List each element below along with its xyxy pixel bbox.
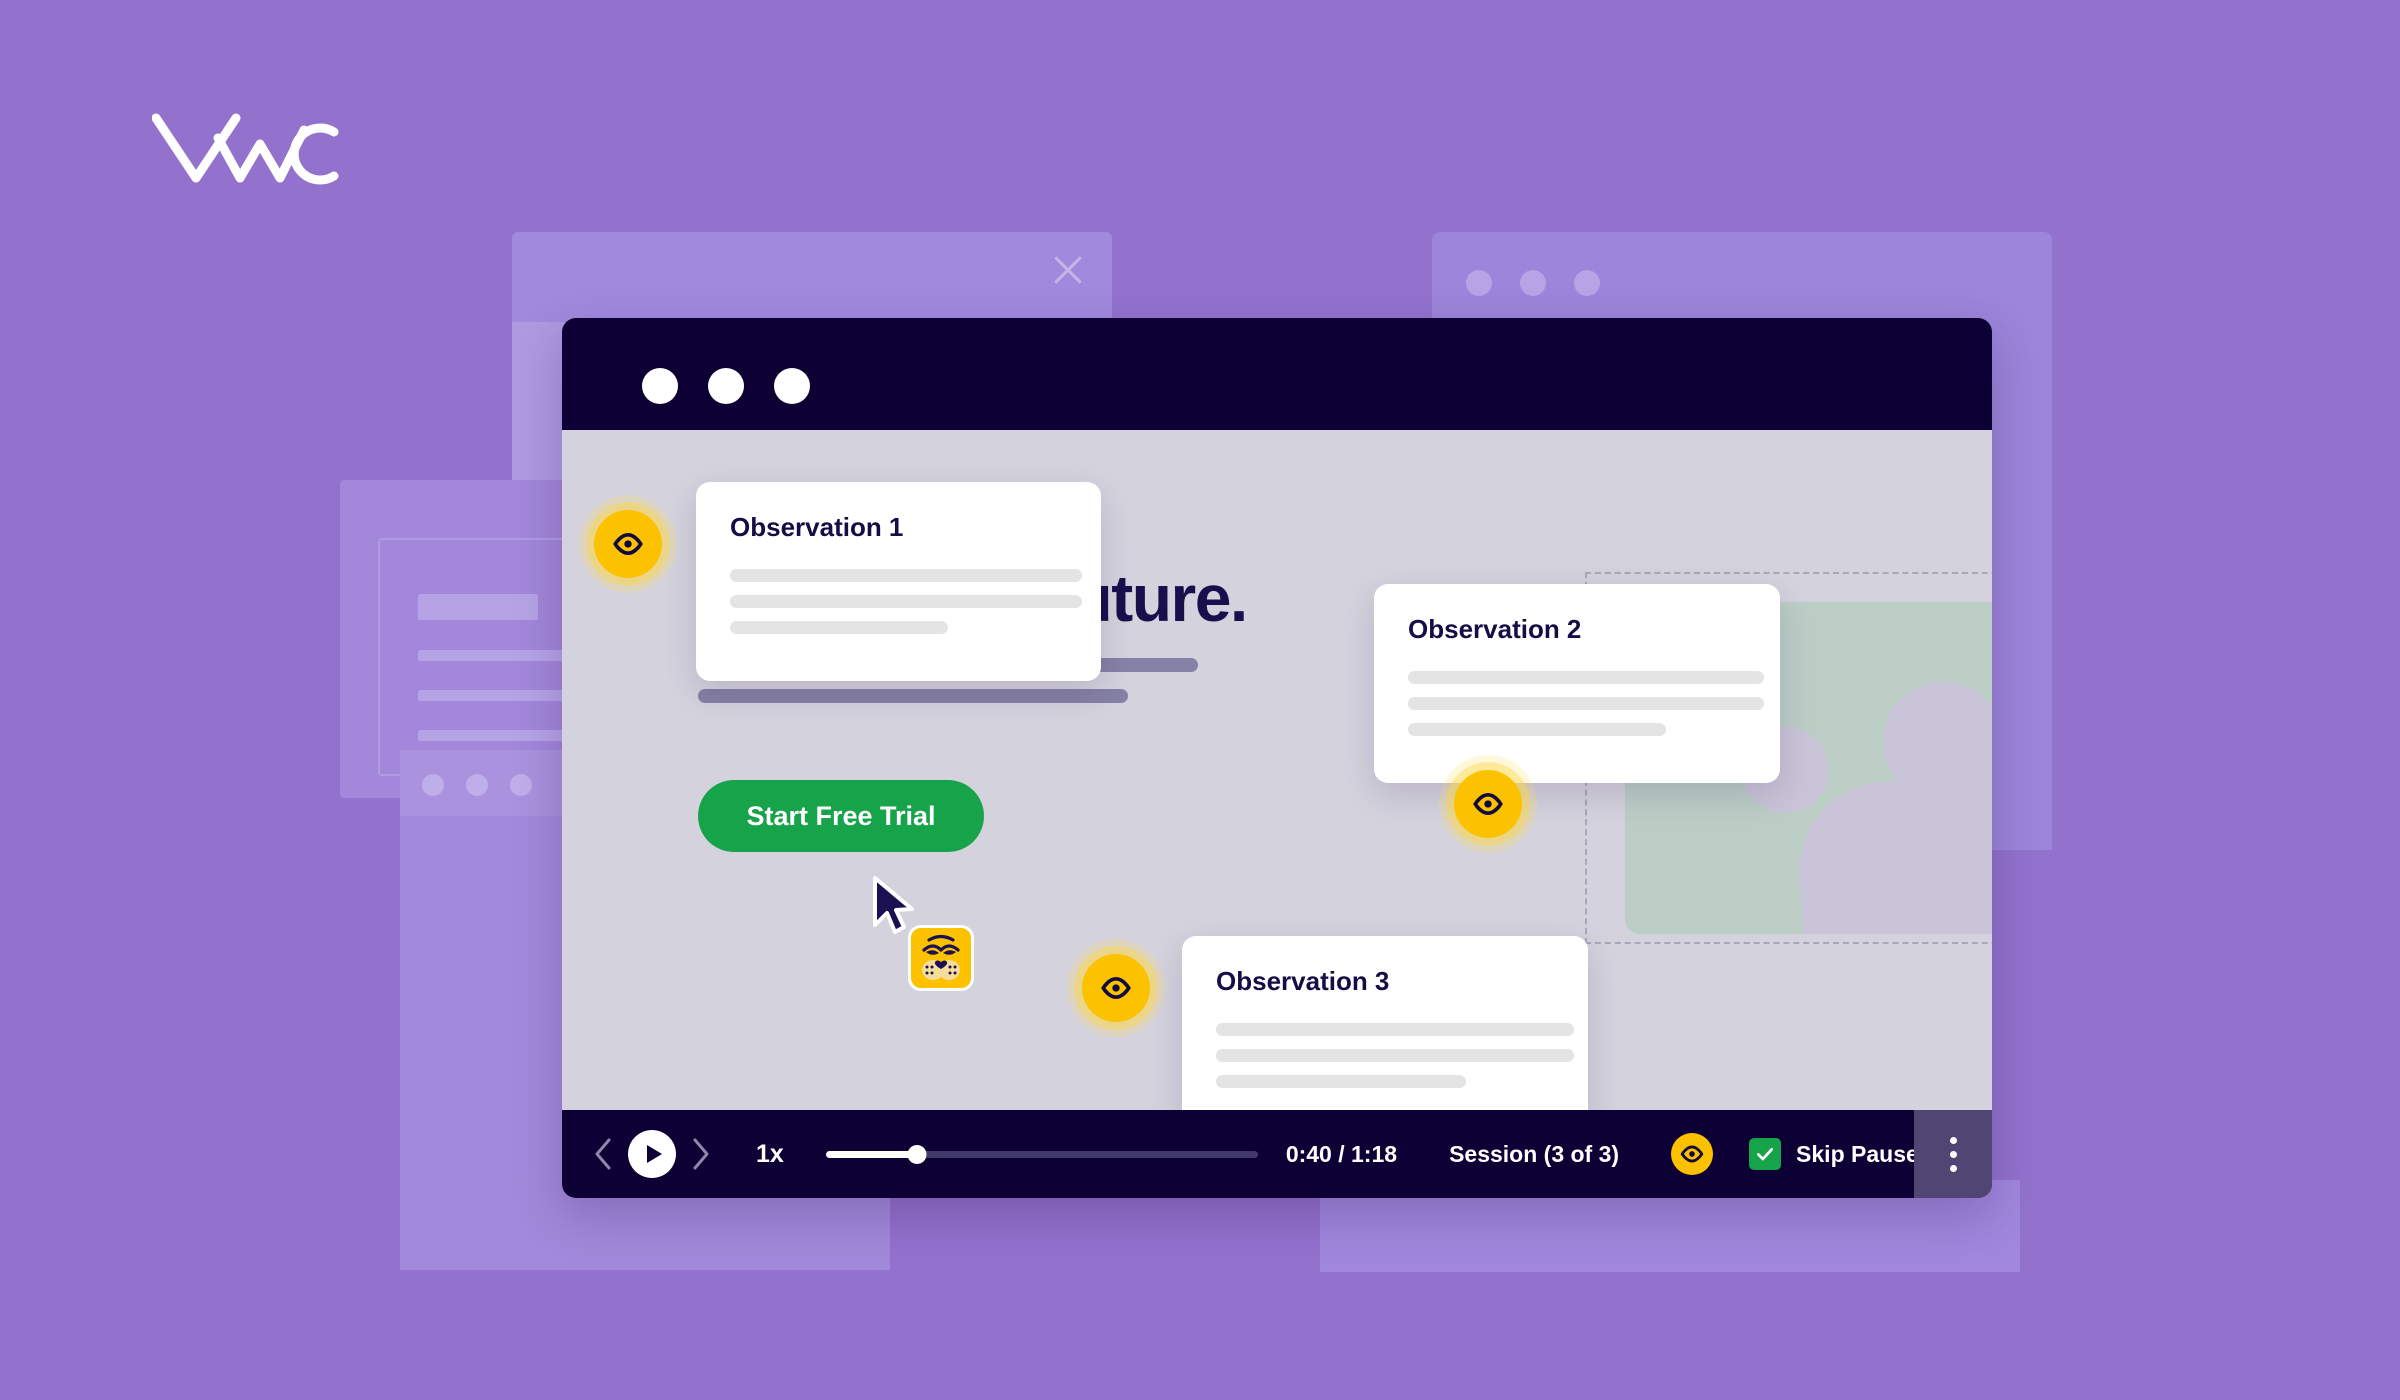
chevron-left-icon [595, 1138, 611, 1170]
session-player-controls: 1x 0:40 / 1:18 Session (3 of 3) Skip Pau… [562, 1110, 1992, 1198]
observation-title: Observation 2 [1408, 614, 1582, 644]
window-dot [466, 774, 488, 796]
observation-title: Observation 3 [1216, 966, 1390, 996]
playback-time: 0:40 / 1:18 [1285, 1140, 1398, 1167]
window-dot [1466, 270, 1492, 296]
eye-icon [1680, 1145, 1704, 1163]
skip-pauses-label: Skip Pauses [1796, 1140, 1932, 1167]
play-icon [646, 1145, 662, 1163]
eye-icon [613, 532, 643, 556]
placeholder-line [1216, 1075, 1466, 1088]
observation-card-3[interactable]: Observation 3 [1182, 936, 1588, 1135]
start-free-trial-button[interactable]: Start Free Trial [698, 780, 984, 852]
placeholder-line [730, 569, 1082, 582]
window-dot [708, 368, 744, 404]
next-session-button[interactable] [684, 1134, 718, 1174]
skip-pauses-checkbox[interactable] [1749, 1138, 1782, 1170]
previous-session-button[interactable] [586, 1134, 620, 1174]
progress-fill [825, 1150, 917, 1158]
placeholder-line [1408, 723, 1666, 736]
kebab-dot [1949, 1136, 1957, 1144]
window-dot [510, 774, 532, 796]
playback-speed-button[interactable]: 1x [756, 1140, 784, 1169]
observation-card-1[interactable]: Observation 1 [696, 482, 1101, 681]
placeholder-line [1408, 697, 1764, 710]
skip-pauses-toggle[interactable]: Skip Pauses [1749, 1138, 1932, 1170]
placeholder-line [730, 595, 1082, 608]
placeholder-line [1216, 1049, 1574, 1062]
placeholder-line [730, 621, 948, 634]
chevron-right-icon [693, 1138, 709, 1170]
window-dot [774, 368, 810, 404]
window-dot [642, 368, 678, 404]
observation-pin-3[interactable] [1082, 954, 1150, 1022]
kebab-dot [1949, 1164, 1957, 1172]
background-window-top-right [1432, 232, 2052, 328]
check-icon [1757, 1148, 1774, 1161]
session-counter: Session (3 of 3) [1449, 1140, 1620, 1167]
eye-icon [1101, 976, 1131, 1000]
placeholder-line [1408, 671, 1764, 684]
person-body-shape [1793, 766, 1992, 934]
mouse-cursor-icon [870, 875, 916, 939]
eye-icon [1473, 792, 1503, 816]
observation-pin-2[interactable] [1454, 770, 1522, 838]
vwo-logo [151, 108, 352, 188]
close-icon [1046, 248, 1090, 292]
window-dot [1520, 270, 1546, 296]
progress-slider[interactable] [825, 1140, 1258, 1168]
placeholder-line [698, 689, 1128, 703]
window-dot [1574, 270, 1600, 296]
background-window-top-left [512, 232, 1112, 322]
placeholder-line [1216, 1023, 1574, 1036]
kebab-dot [1949, 1150, 1957, 1158]
placeholder-line [418, 594, 538, 620]
window-titlebar [562, 318, 1992, 430]
progress-knob[interactable] [907, 1144, 927, 1164]
observations-toggle-button[interactable] [1671, 1133, 1714, 1175]
kebab-menu-icon[interactable] [1914, 1110, 1992, 1198]
observation-pin-1[interactable] [594, 510, 662, 578]
tiger-face-avatar-icon [908, 925, 974, 991]
window-dot [422, 774, 444, 796]
observation-card-2[interactable]: Observation 2 [1374, 584, 1780, 783]
screenshot-canvas: ...ur mind, shape your future. Start Fre… [0, 0, 2400, 1400]
play-button[interactable] [628, 1130, 676, 1178]
observation-title: Observation 1 [730, 512, 904, 542]
